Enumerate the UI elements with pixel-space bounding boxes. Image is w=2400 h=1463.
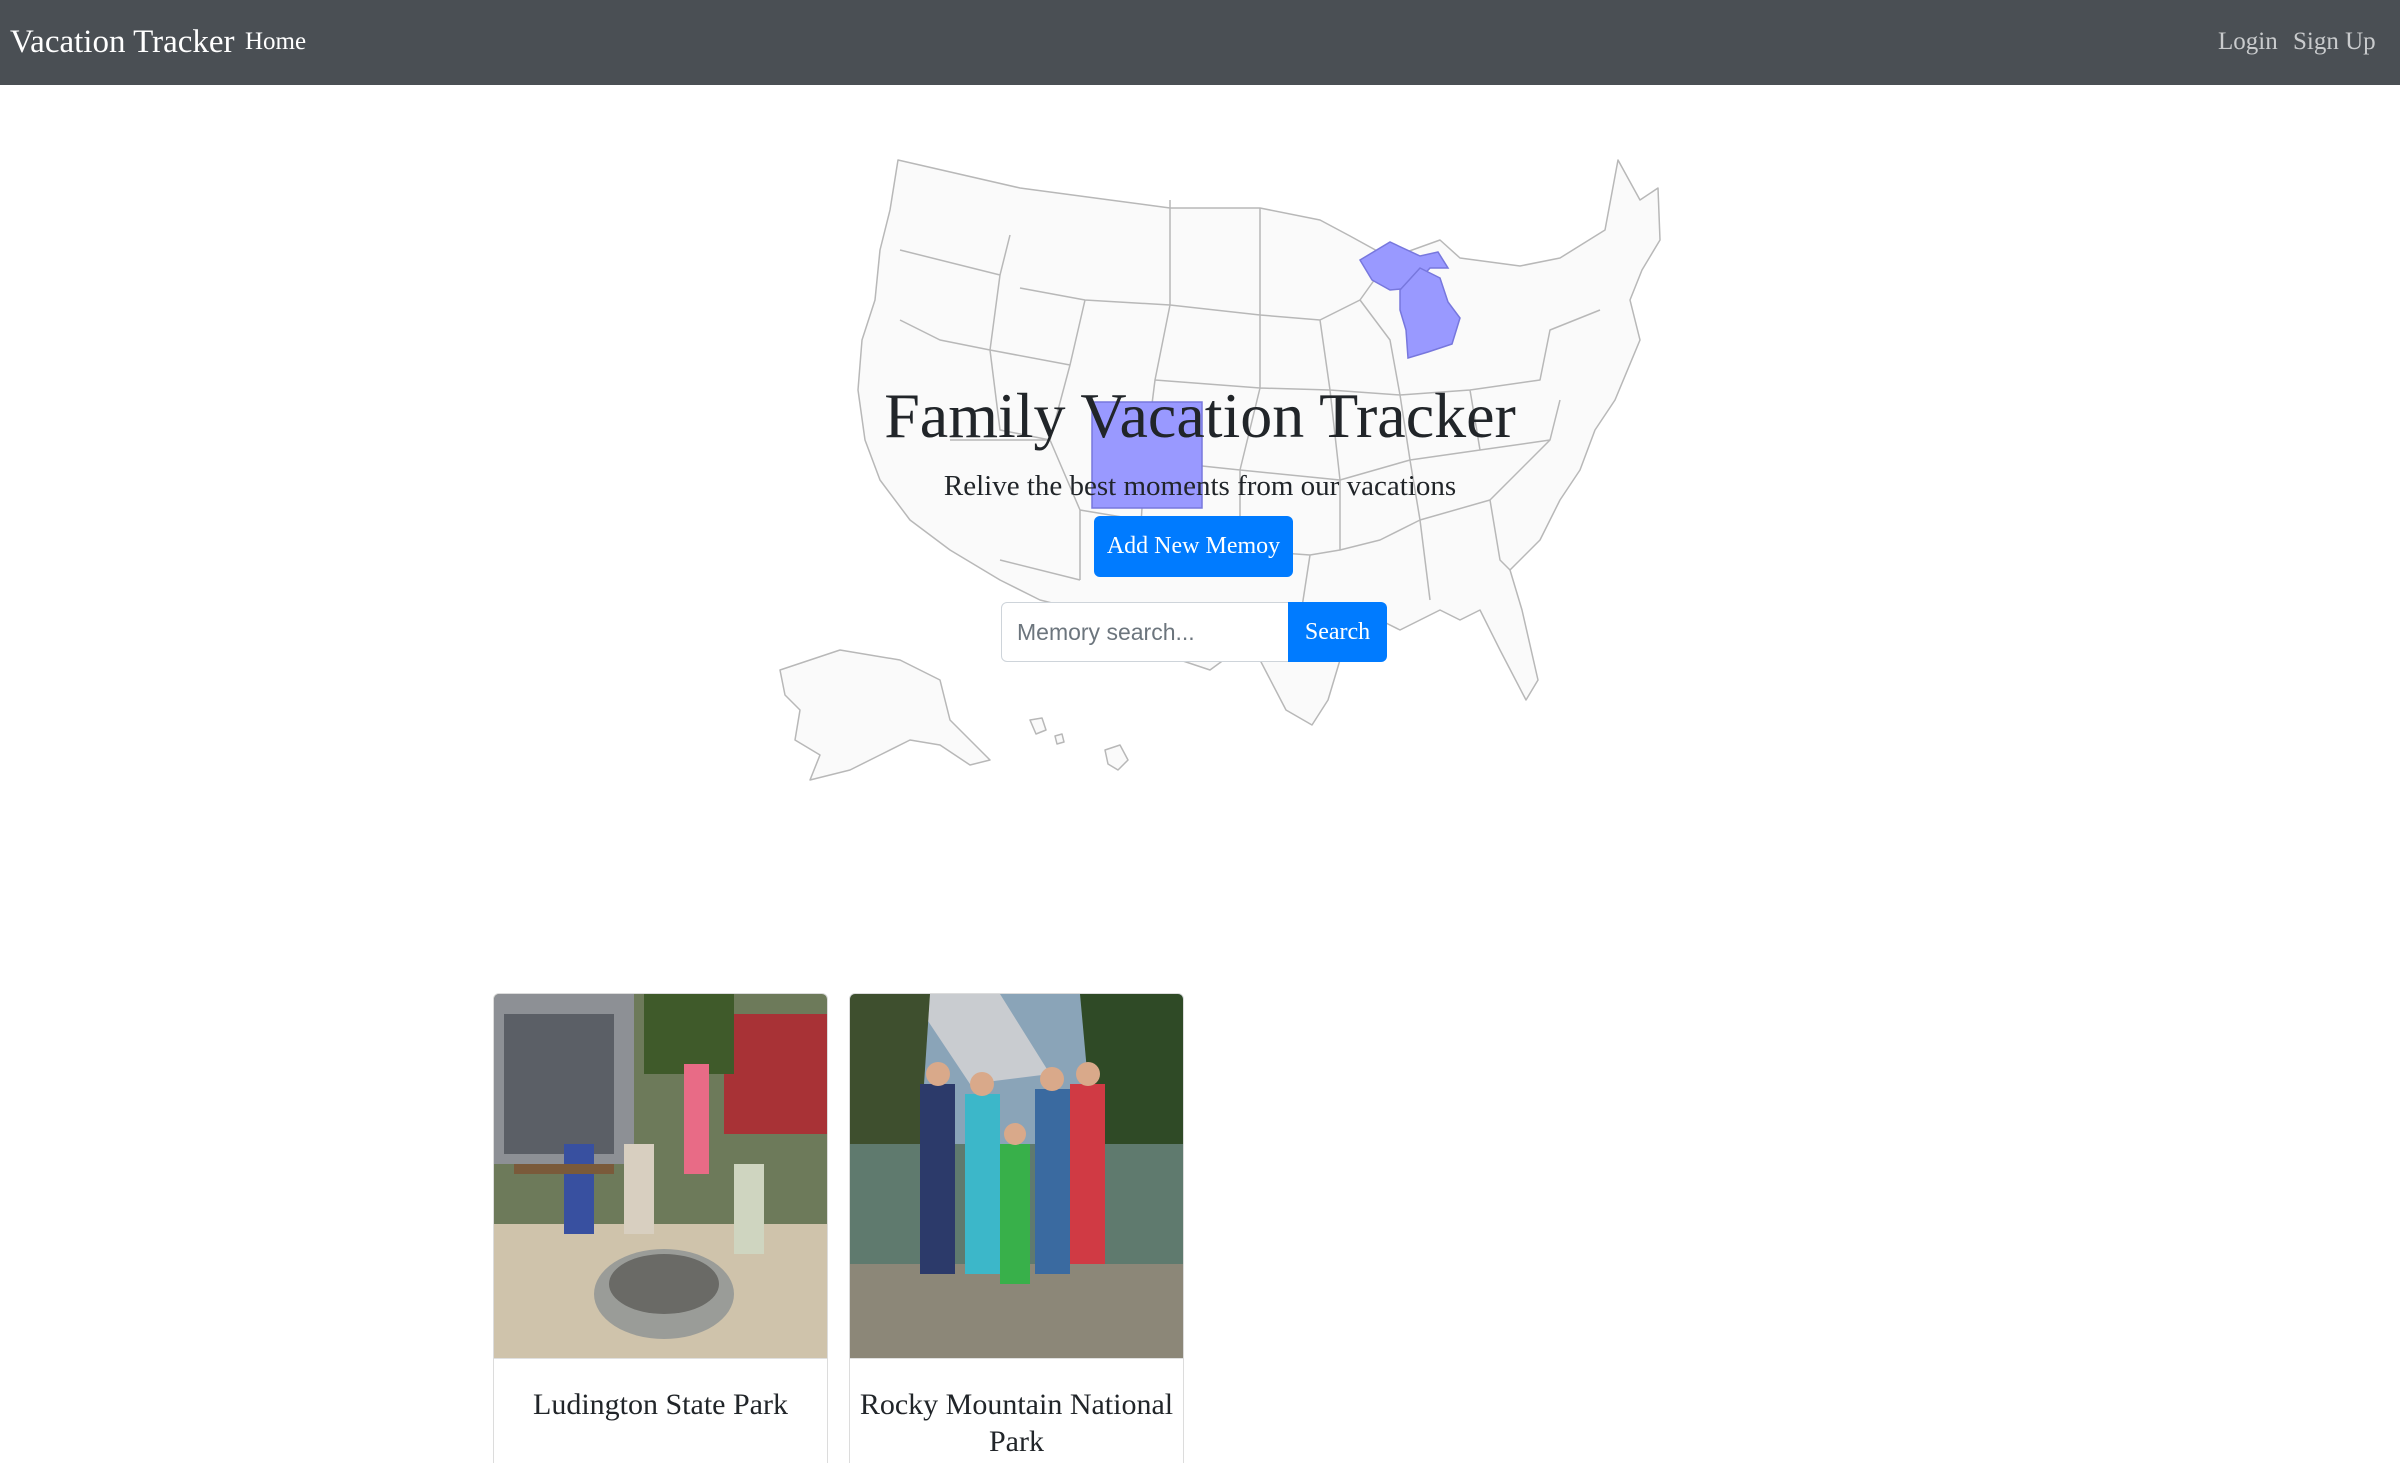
memory-card-photo[interactable]: [850, 994, 1183, 1359]
memory-card[interactable]: Ludington State Park: [493, 993, 828, 1463]
nav-login-link[interactable]: Login: [2218, 26, 2278, 58]
page-title: Family Vacation Tracker: [884, 380, 1516, 451]
memory-card-title: Ludington State Park: [533, 1388, 788, 1421]
add-new-memory-button[interactable]: Add New Memoy: [1094, 516, 1293, 577]
memory-card[interactable]: Rocky Mountain National Park: [849, 993, 1184, 1463]
nav-signup-link[interactable]: Sign Up: [2293, 26, 2376, 58]
page-subtitle: Relive the best moments from our vacatio…: [943, 470, 1457, 502]
map-hawaii: [1029, 717, 1129, 771]
map-alaska: [779, 649, 991, 781]
nav-home-link[interactable]: Home: [245, 26, 306, 58]
memory-card-title: Rocky Mountain National Park: [859, 1388, 1174, 1458]
memory-card-photo[interactable]: [494, 994, 827, 1359]
memory-search-input[interactable]: [1001, 602, 1289, 662]
search-button[interactable]: Search: [1288, 602, 1387, 662]
top-navbar: Vacation Tracker Home Login Sign Up: [0, 0, 2400, 85]
brand-link[interactable]: Vacation Tracker: [10, 22, 235, 62]
